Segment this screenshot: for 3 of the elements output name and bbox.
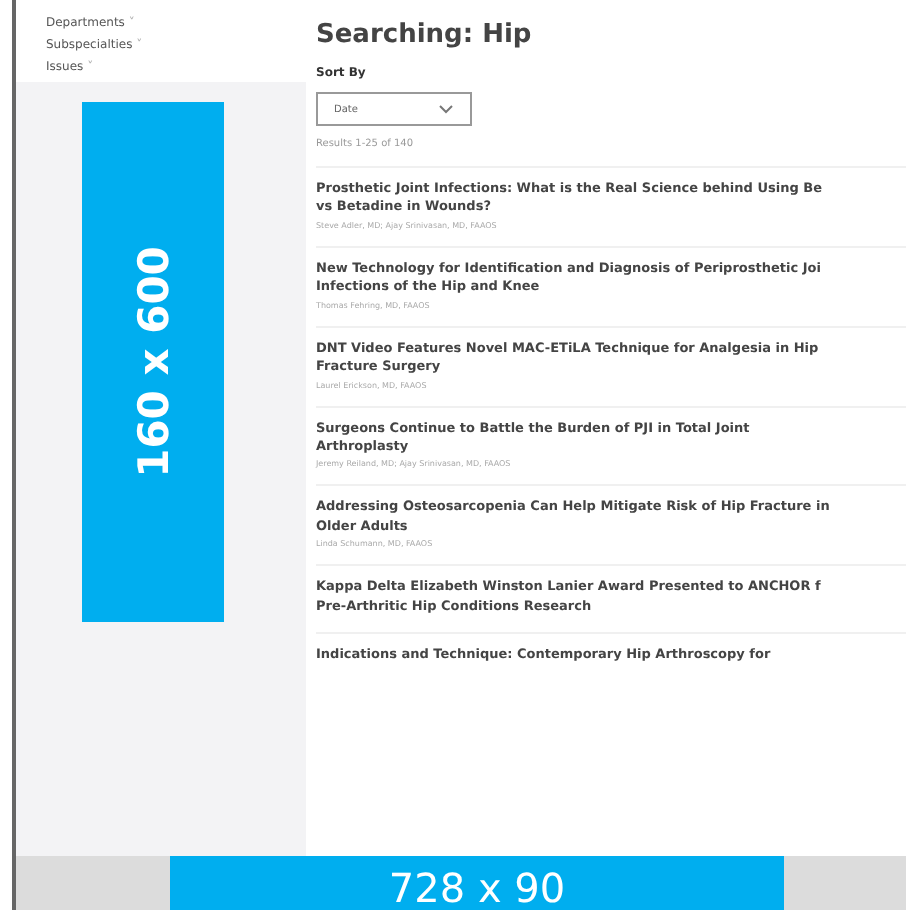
chevron-icon (438, 104, 454, 114)
ad-size-label: 160 x 600 (129, 246, 177, 478)
search-title: Searching: Hip (316, 20, 534, 50)
